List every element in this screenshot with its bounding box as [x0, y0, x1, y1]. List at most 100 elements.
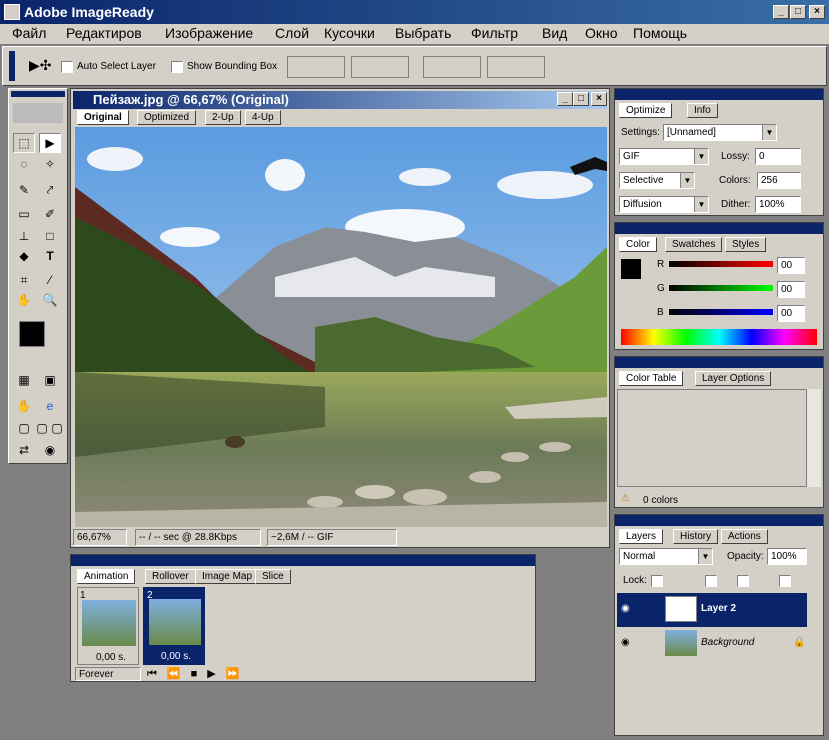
b-slider[interactable]: [669, 309, 773, 315]
tab-color[interactable]: Color: [619, 237, 657, 252]
jump-to-photoshop-icon[interactable]: ⇄: [13, 441, 35, 461]
auto-select-checkbox[interactable]: [61, 61, 73, 73]
color-table-scrollbar[interactable]: [807, 389, 821, 487]
menu-layer[interactable]: Слой: [275, 25, 309, 41]
menu-slices[interactable]: Кусочки: [324, 25, 375, 41]
color-fg-swatch[interactable]: [621, 259, 641, 279]
menu-filter[interactable]: Фильтр: [471, 25, 518, 41]
tab-layer-options[interactable]: Layer Options: [695, 371, 772, 386]
distribute-buttons-1[interactable]: [423, 56, 481, 78]
tab-optimized[interactable]: Optimized: [137, 110, 197, 125]
download-time-dropdown[interactable]: -- / -- sec @ 28.8Kbps: [135, 529, 261, 546]
lock-all-checkbox[interactable]: [779, 575, 791, 587]
bounding-box-checkbox[interactable]: [171, 61, 183, 73]
tab-slice[interactable]: Slice: [255, 569, 291, 584]
paint-bucket-icon[interactable]: ◆: [13, 247, 35, 267]
close-icon[interactable]: ×: [809, 5, 825, 19]
brush-tool-icon[interactable]: ✐: [39, 205, 61, 225]
stamp-tool-icon[interactable]: ⊥: [13, 227, 35, 247]
doc-close-icon[interactable]: ×: [591, 92, 607, 106]
move-tool-icon[interactable]: ▶: [39, 133, 61, 153]
g-input[interactable]: 00: [777, 281, 805, 298]
tab-4up[interactable]: 4-Up: [245, 110, 281, 125]
r-input[interactable]: 00: [777, 257, 805, 274]
tab-2up[interactable]: 2-Up: [205, 110, 241, 125]
tab-styles[interactable]: Styles: [725, 237, 767, 252]
slice-select-icon[interactable]: ⤤: [39, 181, 61, 201]
zoom-dropdown[interactable]: 66,67%: [73, 529, 127, 546]
playback-controls[interactable]: ⏮⏪■▶⏩: [147, 667, 249, 681]
tab-optimize[interactable]: Optimize: [619, 103, 673, 118]
tab-animation[interactable]: Animation: [77, 569, 136, 584]
eye-icon[interactable]: ◉: [621, 603, 630, 614]
file-size-dropdown[interactable]: ~2,6M / -- GIF: [267, 529, 397, 546]
distribute-buttons-2[interactable]: [487, 56, 545, 78]
menu-view[interactable]: Вид: [542, 25, 567, 41]
frame-delay[interactable]: 0,00 s.: [96, 652, 126, 663]
opacity-input[interactable]: 100%: [767, 548, 807, 565]
maximize-icon[interactable]: □: [790, 5, 806, 19]
marquee-tool-icon[interactable]: ⬚: [13, 133, 35, 153]
toggle-image-maps-icon[interactable]: ▣: [39, 371, 61, 391]
color-spectrum[interactable]: [621, 329, 817, 345]
dither-algo-dropdown[interactable]: Diffusion ▼: [619, 196, 709, 213]
shape-tool-icon[interactable]: □: [39, 227, 61, 247]
menu-file[interactable]: Файл: [12, 25, 46, 41]
align-buttons-1[interactable]: [287, 56, 345, 78]
screen-mode-3-icon[interactable]: ▢: [49, 419, 65, 439]
minimize-icon[interactable]: _: [773, 5, 789, 19]
layer-row-layer2[interactable]: ◉ Layer 2: [617, 593, 807, 627]
blend-mode-dropdown[interactable]: Normal ▼: [619, 548, 713, 565]
toggle-slices-icon[interactable]: ▦: [13, 371, 35, 391]
doc-maximize-icon[interactable]: □: [573, 92, 589, 106]
options-grip[interactable]: [9, 51, 15, 81]
tab-swatches[interactable]: Swatches: [665, 237, 723, 252]
loop-dropdown[interactable]: Forever: [75, 667, 141, 681]
format-dropdown[interactable]: GIF ▼: [619, 148, 709, 165]
menu-help[interactable]: Помощь: [633, 25, 687, 41]
tab-info[interactable]: Info: [687, 103, 718, 118]
dither-input[interactable]: 100%: [755, 196, 801, 213]
g-slider[interactable]: [669, 285, 773, 291]
slice-tool-icon[interactable]: ✎: [13, 181, 35, 201]
type-tool-icon[interactable]: T: [39, 247, 61, 267]
menu-edit[interactable]: Редактиров: [66, 25, 142, 41]
foreground-color[interactable]: [19, 321, 45, 347]
lasso-tool-icon[interactable]: ◌: [13, 155, 35, 175]
b-input[interactable]: 00: [777, 305, 805, 322]
menu-image[interactable]: Изображение: [165, 25, 253, 41]
tab-color-table[interactable]: Color Table: [619, 371, 684, 386]
lock-position-checkbox[interactable]: [737, 575, 749, 587]
eyedropper-icon[interactable]: ⁄: [39, 271, 61, 291]
menu-select[interactable]: Выбрать: [395, 25, 451, 41]
animation-frame-1[interactable]: 1 0,00 s.: [77, 587, 139, 665]
zoom-tool-icon[interactable]: 🔍: [39, 291, 61, 311]
tab-image-map[interactable]: Image Map: [195, 569, 260, 584]
lossy-input[interactable]: 0: [755, 148, 801, 165]
align-buttons-2[interactable]: [351, 56, 409, 78]
preview-browser-icon[interactable]: e: [39, 397, 61, 417]
tab-original[interactable]: Original: [77, 110, 129, 125]
palette-dropdown[interactable]: Selective ▼: [619, 172, 695, 189]
eye-icon[interactable]: ◉: [621, 637, 630, 648]
frame-delay[interactable]: 0,00 s.: [161, 651, 191, 662]
animation-frame-2[interactable]: 2 0,00 s.: [143, 587, 205, 665]
colors-input[interactable]: 256: [757, 172, 801, 189]
tab-actions[interactable]: Actions: [721, 529, 768, 544]
eraser-tool-icon[interactable]: ▭: [13, 205, 35, 225]
doc-minimize-icon[interactable]: _: [557, 92, 573, 106]
lock-transparency-checkbox[interactable]: [651, 575, 663, 587]
tab-history[interactable]: History: [673, 529, 719, 544]
hand-tool-icon[interactable]: ✋: [13, 291, 35, 311]
rollover-preview-icon[interactable]: ✋: [13, 397, 35, 417]
menu-window[interactable]: Окно: [585, 25, 618, 41]
tab-rollover[interactable]: Rollover: [145, 569, 196, 584]
settings-dropdown[interactable]: [Unnamed] ▼: [663, 124, 777, 141]
crop-tool-icon[interactable]: ⌗: [13, 271, 35, 291]
layer-row-background[interactable]: ◉ Background 🔒: [617, 627, 807, 661]
magic-wand-icon[interactable]: ✧: [39, 155, 61, 175]
jump-to-eye-icon[interactable]: ◉: [39, 441, 61, 461]
tab-layers[interactable]: Layers: [619, 529, 664, 544]
r-slider[interactable]: [669, 261, 773, 267]
lock-image-checkbox[interactable]: [705, 575, 717, 587]
